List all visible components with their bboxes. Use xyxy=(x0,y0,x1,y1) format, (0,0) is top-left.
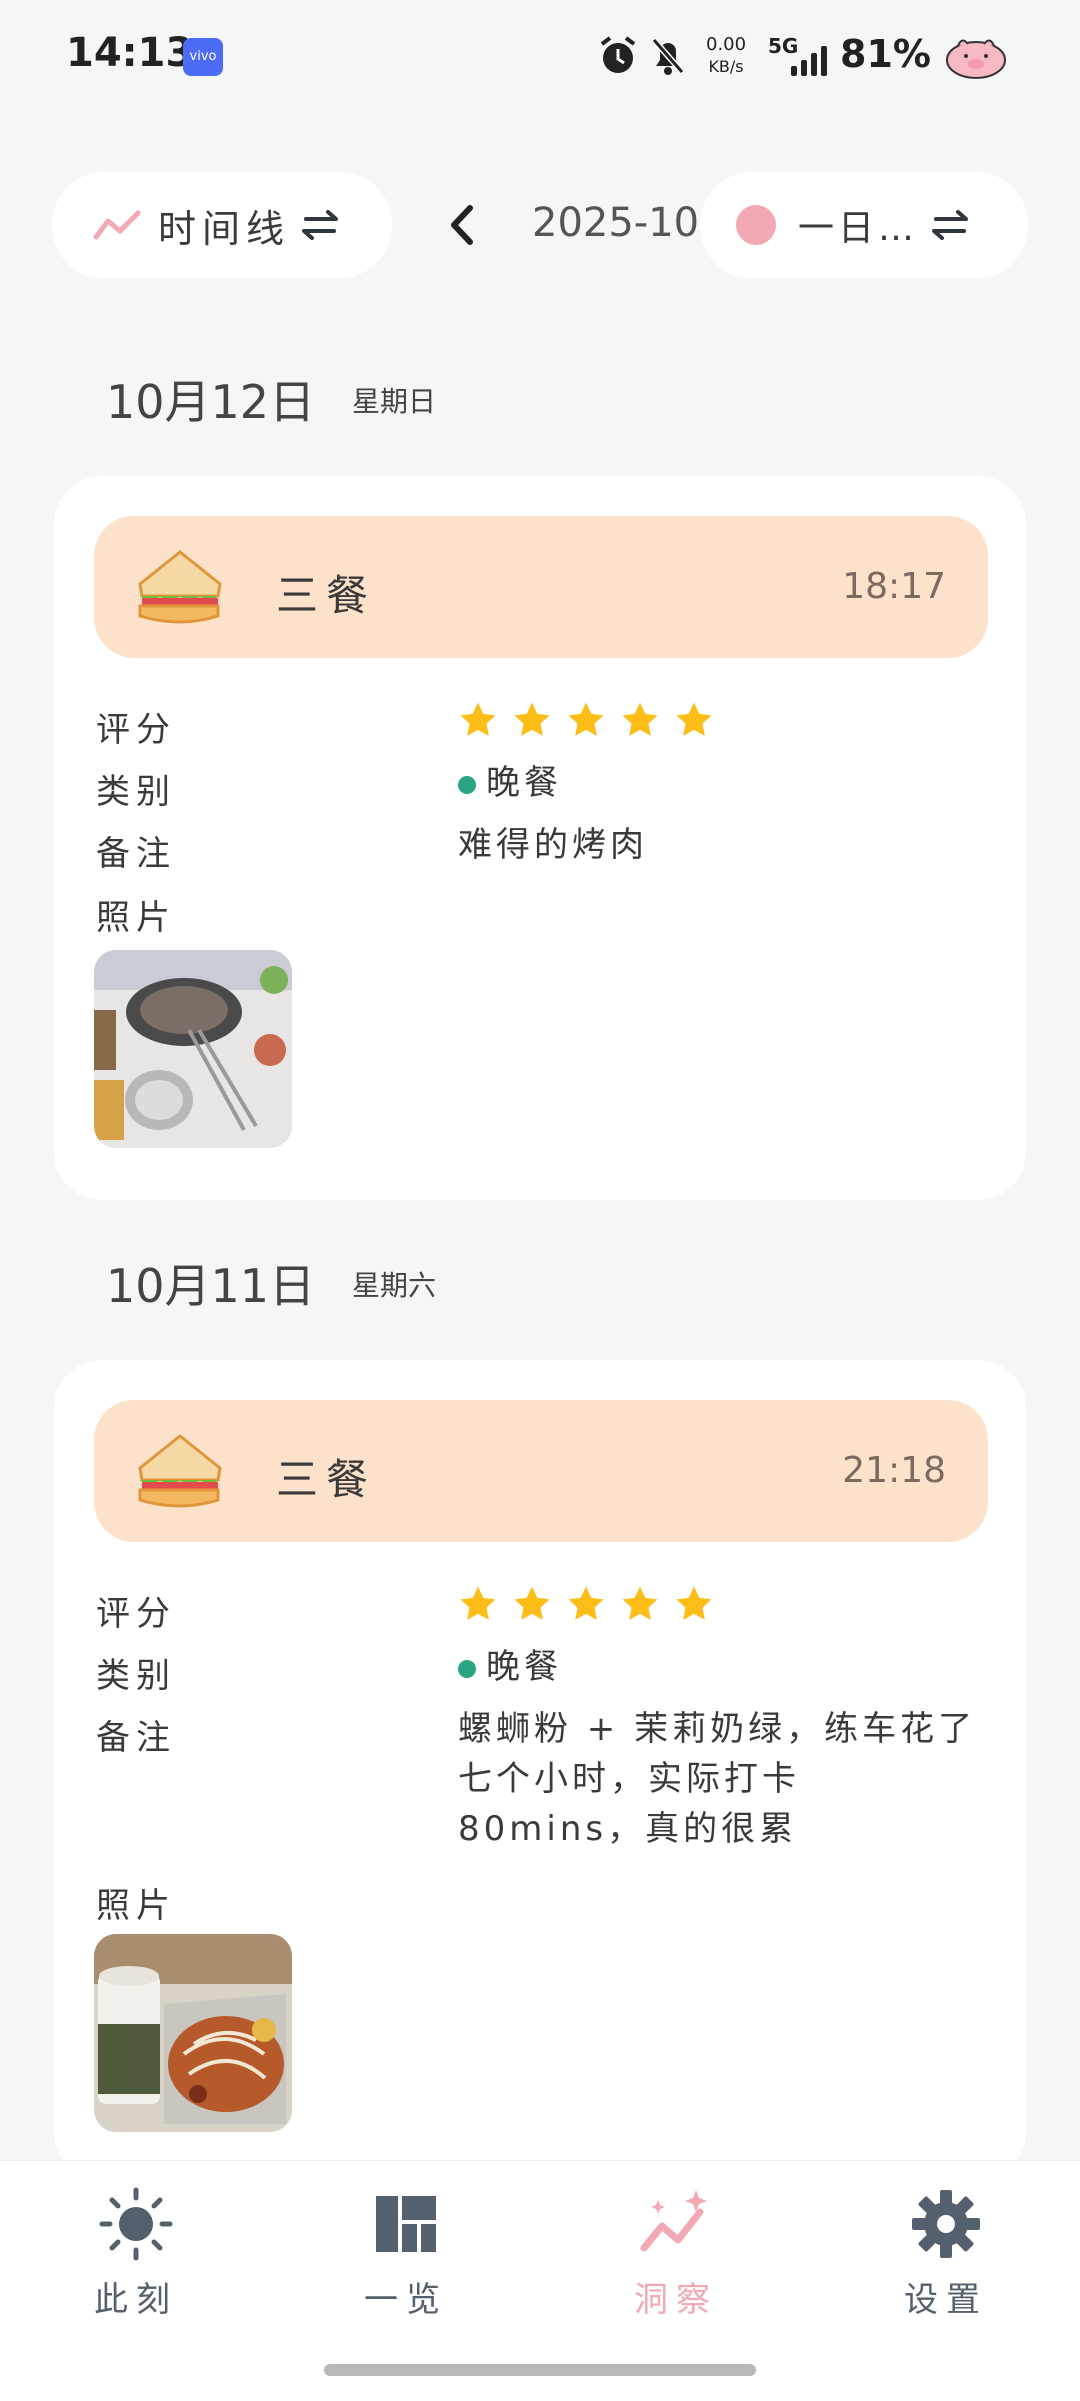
meal-photo[interactable] xyxy=(94,950,292,1148)
category-value: 晚餐 xyxy=(458,758,562,808)
photo-label: 照片 xyxy=(96,1886,176,1926)
meal-time: 18:17 xyxy=(842,566,946,607)
meal-card[interactable]: 三餐 21:18 评分 类别 晚餐 备注 螺蛳粉 + 茉莉奶绿，练车花了七个小时… xyxy=(54,1360,1026,2180)
photo-label: 照片 xyxy=(96,898,176,938)
day-date: 10月11日 xyxy=(106,1259,316,1313)
grid-icon xyxy=(376,2196,436,2252)
nav-label: 洞察 xyxy=(634,2280,718,2320)
meal-banner: 三餐 18:17 xyxy=(94,516,988,658)
note-label: 备注 xyxy=(96,834,176,874)
star-icon xyxy=(568,702,604,736)
rating-stars xyxy=(458,700,714,740)
rating-label: 评分 xyxy=(96,1594,176,1634)
day-weekday: 星期日 xyxy=(352,385,437,418)
filter-toggle[interactable]: 一日… xyxy=(700,172,1028,278)
home-indicator[interactable] xyxy=(324,2364,756,2376)
meal-type-label: 三餐 xyxy=(276,571,377,620)
signal-icon xyxy=(791,46,827,76)
star-icon xyxy=(676,1586,712,1620)
gear-icon xyxy=(912,2190,980,2258)
net-speed: 0.00 KB/s xyxy=(706,34,747,76)
month-label[interactable]: 2025-10 xyxy=(532,200,699,246)
star-icon xyxy=(676,702,712,736)
meal-type-label: 三餐 xyxy=(276,1455,377,1504)
view-mode-toggle[interactable]: 时间线 xyxy=(52,172,392,278)
meal-photo[interactable] xyxy=(94,1934,292,2132)
meal-time: 21:18 xyxy=(842,1450,946,1491)
rating-label: 评分 xyxy=(96,710,176,750)
day-date: 10月12日 xyxy=(106,375,316,429)
battery-level: 81% xyxy=(840,32,931,76)
rating-stars xyxy=(458,1584,714,1624)
category-dot xyxy=(458,1659,476,1678)
sun-icon xyxy=(99,2187,173,2261)
swap-icon xyxy=(932,210,969,240)
category-label: 类别 xyxy=(96,1656,176,1696)
swap-icon xyxy=(302,210,339,240)
timeline-icon xyxy=(93,210,141,240)
star-icon xyxy=(460,1586,496,1620)
nav-item-settings[interactable]: 设置 xyxy=(866,2186,1026,2321)
pig-avatar-icon xyxy=(946,39,1006,79)
star-icon xyxy=(514,702,550,736)
note-label: 备注 xyxy=(96,1718,176,1758)
filter-label: 一日… xyxy=(798,208,919,249)
star-icon xyxy=(622,1586,658,1620)
nav-item-overview[interactable]: 一览 xyxy=(326,2186,486,2321)
star-icon xyxy=(460,702,496,736)
meal-banner: 三餐 21:18 xyxy=(94,1400,988,1542)
nav-item-insight[interactable]: 洞察 xyxy=(596,2186,756,2321)
star-icon xyxy=(514,1586,550,1620)
star-icon xyxy=(622,702,658,736)
alarm-icon xyxy=(600,36,636,73)
note-value: 难得的烤肉 xyxy=(458,825,648,865)
insight-icon xyxy=(640,2190,707,2252)
sandwich-icon xyxy=(138,550,222,624)
day-weekday: 星期六 xyxy=(352,1269,437,1302)
nav-item-now[interactable]: 此刻 xyxy=(56,2186,216,2321)
sandwich-icon xyxy=(138,1434,222,1508)
previous-month-button[interactable] xyxy=(448,204,478,246)
bbq-photo xyxy=(94,950,292,1148)
meal-card[interactable]: 三餐 18:17 评分 类别 晚餐 备注 难得的烤肉 照片 xyxy=(54,476,1026,1200)
view-mode-label: 时间线 xyxy=(158,206,291,251)
nav-label: 一览 xyxy=(364,2280,448,2320)
carrier-badge: vivo xyxy=(183,38,223,76)
category-value: 晚餐 xyxy=(458,1642,562,1692)
nav-label: 此刻 xyxy=(94,2280,178,2320)
mute-bell-icon xyxy=(651,38,685,75)
nav-label: 设置 xyxy=(904,2280,988,2320)
note-value: 螺蛳粉 + 茉莉奶绿，练车花了七个小时，实际打卡80mins，真的很累 xyxy=(458,1709,977,1849)
status-time: 14:13 xyxy=(66,30,194,76)
category-label: 类别 xyxy=(96,772,176,812)
category-dot xyxy=(458,775,476,794)
filter-color-dot xyxy=(736,205,776,245)
status-bar: 14:13 vivo 0.00 KB/s 5G 81% xyxy=(0,0,1080,110)
noodle-drink-photo xyxy=(94,1934,292,2132)
star-icon xyxy=(568,1586,604,1620)
